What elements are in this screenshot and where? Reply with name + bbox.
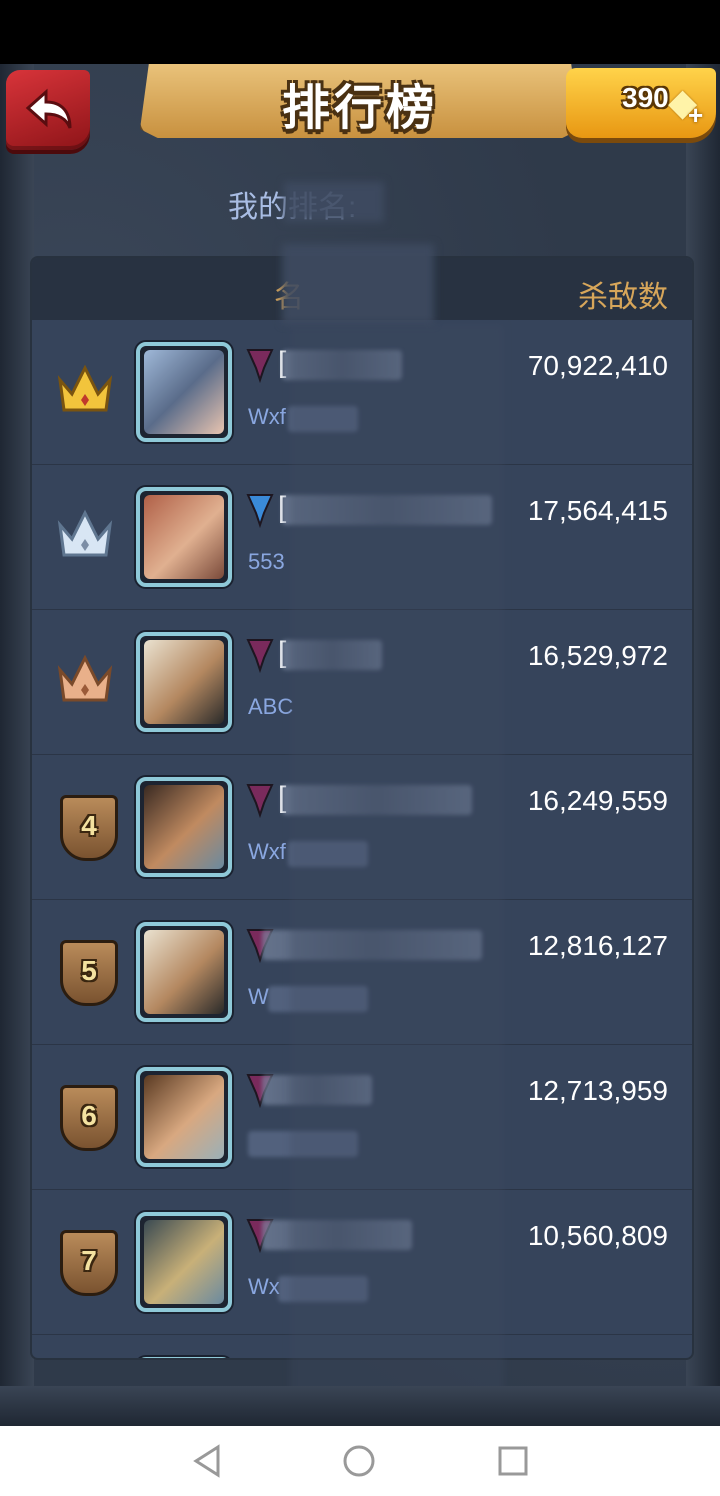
rank-number: 7 — [81, 1245, 97, 1276]
kill-count: 16,529,972 — [527, 640, 668, 671]
silver-crown-icon — [54, 505, 116, 567]
rank-number: 5 — [81, 955, 97, 986]
rock-border-left — [0, 64, 34, 1426]
kill-count: 12,816,127 — [527, 930, 668, 961]
back-button[interactable] — [6, 70, 90, 150]
back-arrow-icon — [25, 88, 72, 129]
player-id: Wxf — [248, 839, 286, 864]
status-bar — [0, 0, 720, 64]
column-header-kills: 杀敌数 — [578, 281, 668, 314]
home-circle-icon[interactable] — [342, 1444, 376, 1478]
player-id: Wx — [248, 1274, 280, 1299]
avatar[interactable] — [136, 487, 232, 587]
rank-shield-icon: 4 — [54, 795, 118, 861]
leaderboard-screen: 排行榜 390 ◆ + 我的排名: 名 杀敌数 [ Wxf 70,922, — [0, 64, 720, 1426]
banner-flag-icon — [246, 349, 274, 384]
censor-block — [282, 244, 434, 324]
kill-count: 10,560,809 — [527, 1220, 668, 1251]
avatar[interactable] — [136, 632, 232, 732]
kill-count: 70,922,410 — [527, 350, 668, 381]
back-triangle-icon[interactable] — [190, 1444, 224, 1478]
avatar[interactable] — [136, 342, 232, 442]
banner-flag-icon — [246, 639, 274, 674]
rank-shield-icon: 6 — [54, 1085, 118, 1151]
rank-shield-icon: 7 — [54, 1230, 118, 1296]
add-gems-icon[interactable]: + — [688, 100, 703, 131]
bronze-crown-icon — [54, 650, 116, 712]
banner-flag-icon — [246, 784, 274, 819]
avatar[interactable] — [136, 777, 232, 877]
rank-shield-icon: 5 — [54, 940, 118, 1006]
avatar[interactable] — [136, 1067, 232, 1167]
rock-border-bottom — [0, 1386, 720, 1426]
gold-crown-icon — [54, 360, 116, 422]
kill-count: 12,713,959 — [527, 1075, 668, 1106]
rank-number: 6 — [81, 1100, 97, 1131]
player-id: Wxf — [248, 404, 286, 429]
avatar[interactable] — [136, 922, 232, 1022]
avatar[interactable] — [136, 1212, 232, 1312]
player-id: 553 — [248, 549, 285, 574]
avatar[interactable] — [136, 1357, 232, 1358]
kill-count: 16,249,559 — [527, 785, 668, 816]
title-banner: 排行榜 — [140, 64, 580, 138]
kill-count: 17,564,415 — [527, 495, 668, 526]
recents-square-icon[interactable] — [496, 1444, 530, 1478]
player-id: W — [248, 984, 269, 1009]
system-navigation-bar — [0, 1426, 720, 1496]
page-title: 排行榜 — [281, 82, 438, 135]
player-id: ABC — [248, 694, 294, 719]
banner-flag-icon — [246, 494, 274, 529]
censor-block — [290, 324, 504, 1404]
censor-block — [284, 182, 384, 222]
rank-number: 4 — [81, 810, 97, 841]
gem-counter[interactable]: 390 ◆ + — [566, 68, 716, 138]
gem-count: 390 — [622, 82, 669, 113]
